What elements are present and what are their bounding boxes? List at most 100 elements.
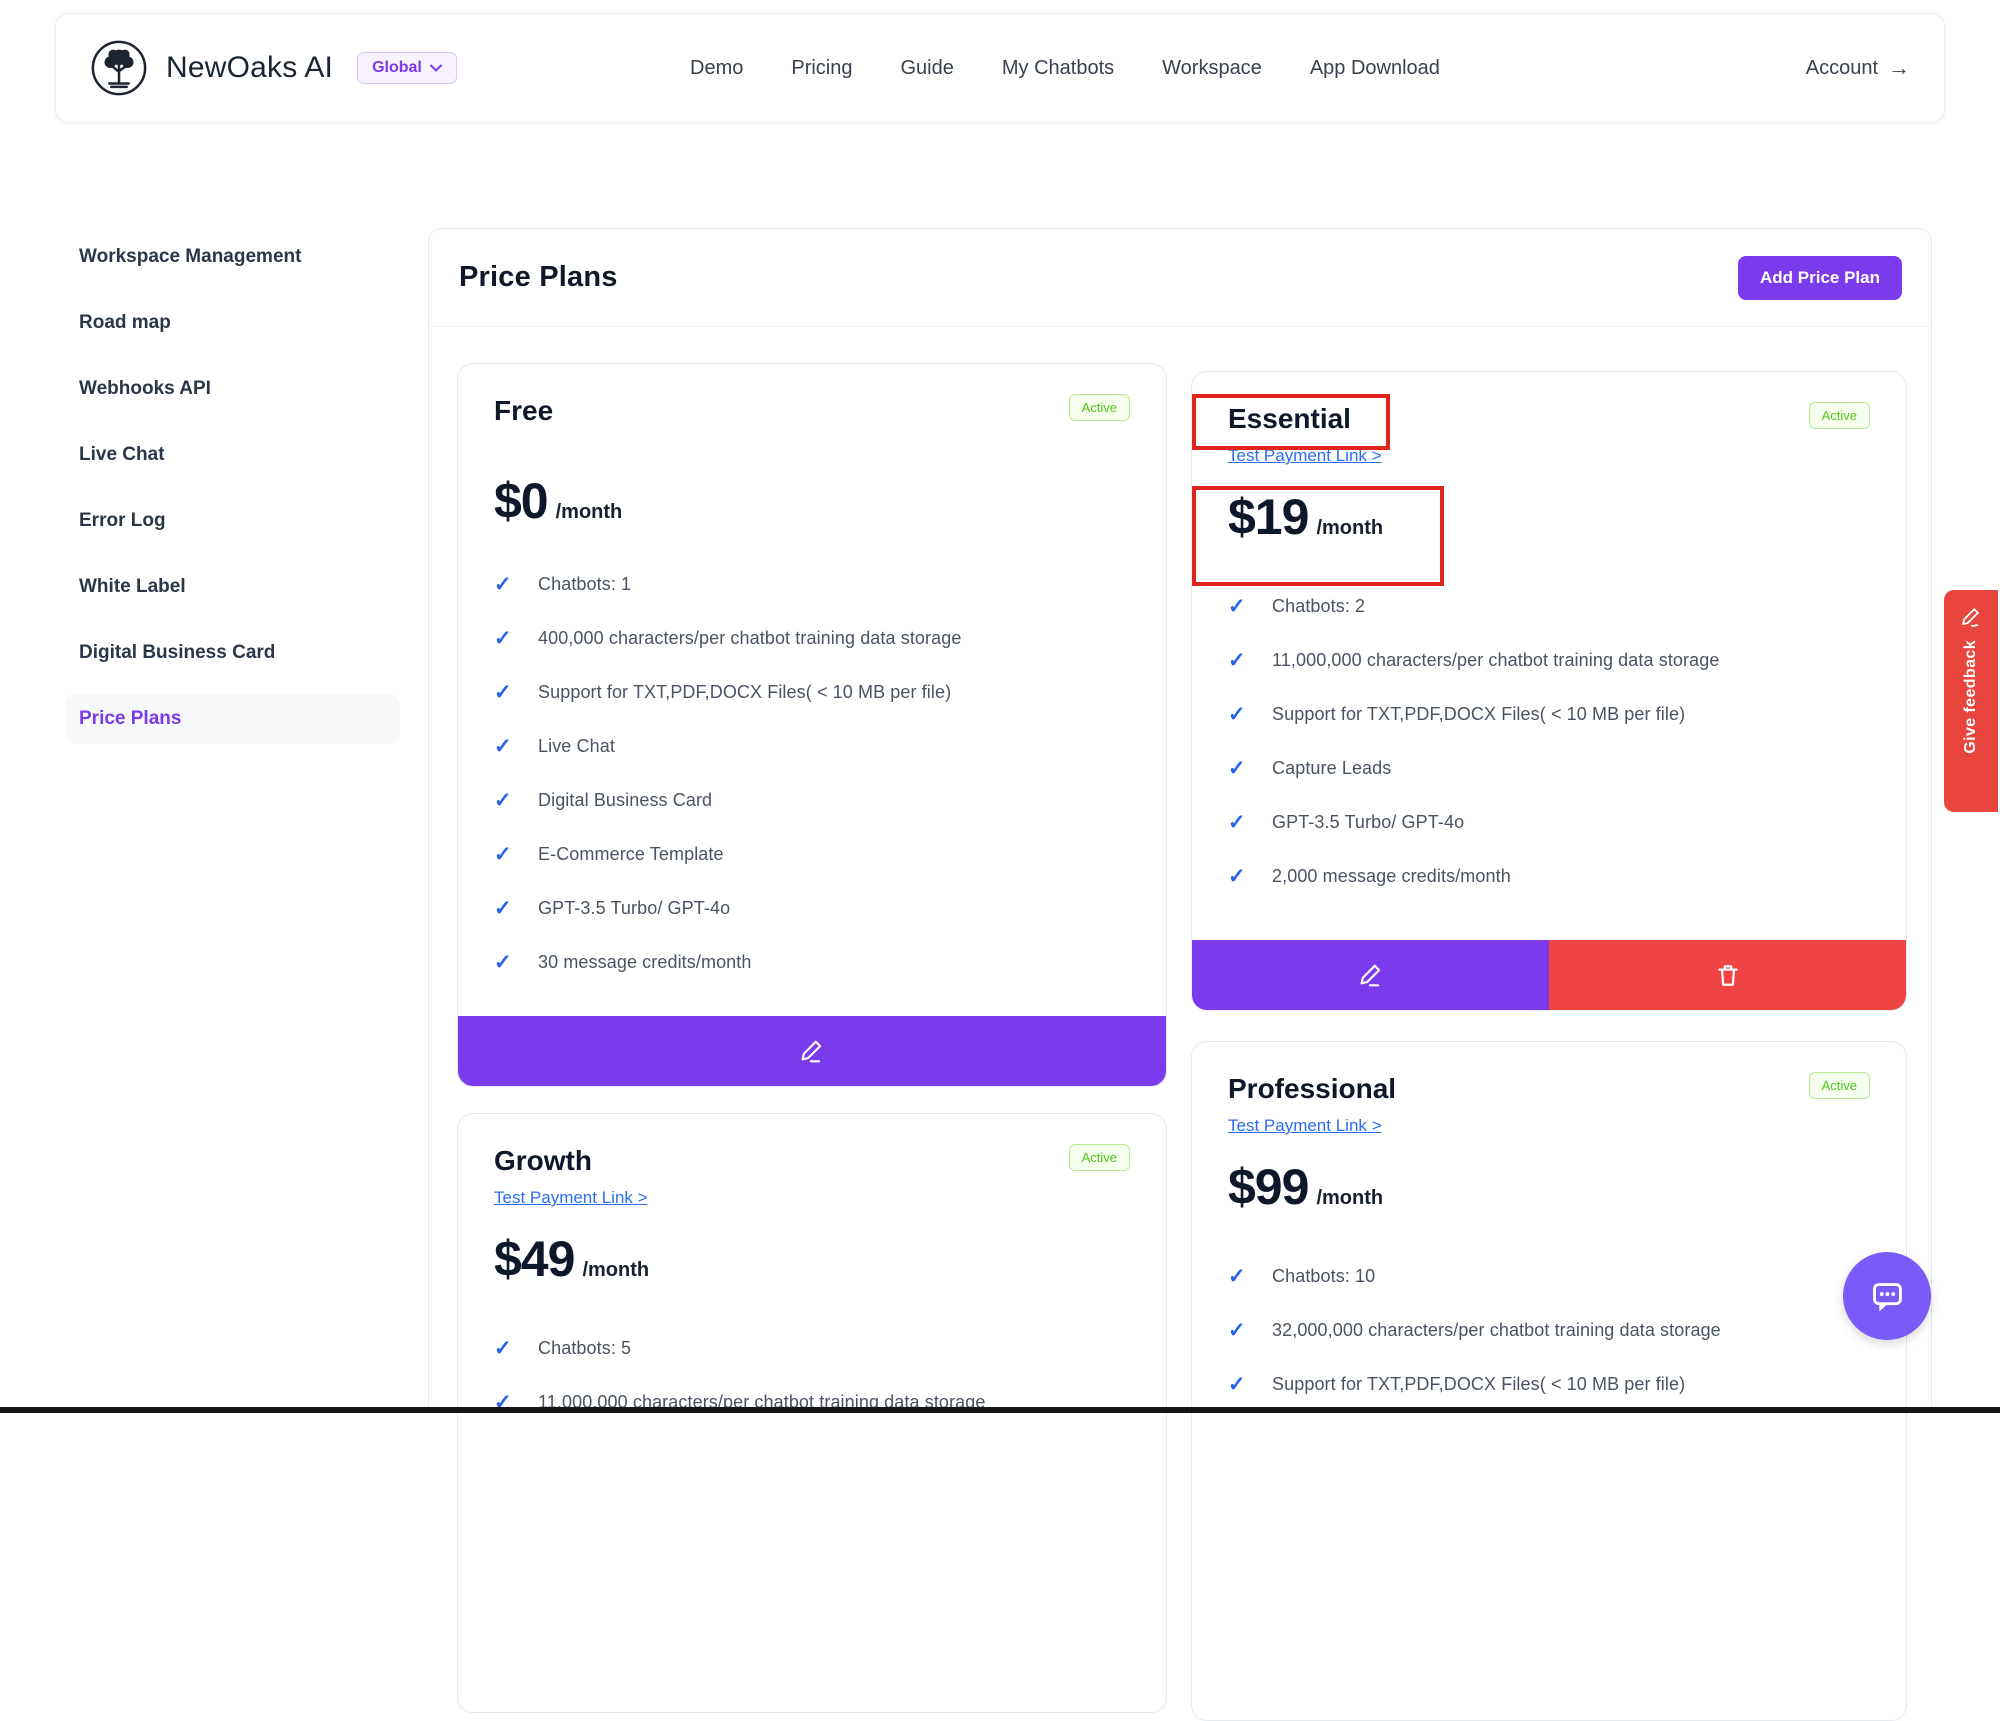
feature-item: ✓Support for TXT,PDF,DOCX Files( < 10 MB…	[1228, 1372, 1870, 1397]
check-icon: ✓	[494, 788, 520, 813]
feature-item: ✓11,000,000 characters/per chatbot train…	[1228, 648, 1870, 673]
check-icon: ✓	[494, 680, 520, 705]
check-icon: ✓	[494, 1336, 520, 1361]
plan-price: $0	[494, 472, 548, 530]
plan-name: Growth	[494, 1144, 592, 1178]
check-icon: ✓	[1228, 594, 1254, 619]
plan-card-essential: Essential Active Test Payment Link > $19…	[1191, 371, 1907, 1011]
sidebar-item[interactable]: White Label	[65, 562, 400, 612]
status-badge: Active	[1069, 1144, 1130, 1171]
add-price-plan-button[interactable]: Add Price Plan	[1738, 256, 1902, 300]
plan-period: /month	[1316, 1187, 1383, 1210]
chevron-down-icon	[430, 64, 442, 72]
feature-item: ✓Chatbots: 5	[494, 1336, 1130, 1361]
nav-item[interactable]: Demo	[690, 57, 743, 80]
plan-price: $99	[1228, 1158, 1308, 1216]
main-nav: Demo Pricing Guide My Chatbots Workspace App …	[690, 57, 1440, 80]
check-icon: ✓	[1228, 1264, 1254, 1289]
feature-item: ✓Digital Business Card	[494, 788, 1130, 813]
nav-item[interactable]: Guide	[901, 57, 954, 80]
check-icon: ✓	[494, 896, 520, 921]
feature-item: ✓Live Chat	[494, 734, 1130, 759]
feature-item: ✓30 message credits/month	[494, 950, 1130, 975]
feature-item: ✓Capture Leads	[1228, 756, 1870, 781]
feature-item: ✓GPT-3.5 Turbo/ GPT-4o	[1228, 810, 1870, 835]
delete-plan-button[interactable]	[1549, 940, 1906, 1010]
sidebar-item[interactable]: Workspace Management	[65, 232, 400, 282]
check-icon: ✓	[494, 572, 520, 597]
plan-card-growth: Growth Active Test Payment Link > $49 /m…	[457, 1113, 1167, 1713]
region-label: Global	[372, 59, 422, 77]
check-icon: ✓	[1228, 864, 1254, 889]
nav-item[interactable]: Pricing	[791, 57, 852, 80]
chat-bubble-icon	[1864, 1273, 1910, 1319]
check-icon: ✓	[1228, 648, 1254, 673]
feature-item: ✓E-Commerce Template	[494, 842, 1130, 867]
price-plans-panel: Price Plans Add Price Plan Free Active $…	[428, 228, 1932, 1413]
feature-item: ✓GPT-3.5 Turbo/ GPT-4o	[494, 896, 1130, 921]
edit-plan-button[interactable]	[1192, 940, 1549, 1010]
edit-plan-button[interactable]	[458, 1016, 1166, 1086]
nav-item[interactable]: My Chatbots	[1002, 57, 1114, 80]
plan-card-free: Free Active $0 /month ✓Chatbots: 1✓400,0…	[457, 363, 1167, 1087]
page-title: Price Plans	[459, 261, 618, 294]
account-label: Account	[1806, 57, 1878, 80]
plan-name: Essential	[1228, 402, 1351, 436]
test-payment-link[interactable]: Test Payment Link >	[1228, 1114, 1382, 1138]
feature-list: ✓Chatbots: 5✓11,000,000 characters/per c…	[494, 1336, 1130, 1415]
check-icon: ✓	[1228, 756, 1254, 781]
check-icon: ✓	[1228, 1372, 1254, 1397]
feature-item: ✓Support for TXT,PDF,DOCX Files( < 10 MB…	[494, 680, 1130, 705]
account-link[interactable]: Account →	[1806, 57, 1910, 80]
feature-item: ✓Chatbots: 1	[494, 572, 1130, 597]
pencil-icon	[1960, 606, 1982, 628]
feature-item: ✓Support for TXT,PDF,DOCX Files( < 10 MB…	[1228, 702, 1870, 727]
sidebar-item[interactable]: Digital Business Card	[65, 628, 400, 678]
test-payment-link[interactable]: Test Payment Link >	[494, 1186, 648, 1210]
check-icon: ✓	[1228, 810, 1254, 835]
plan-card-professional: Professional Active Test Payment Link > …	[1191, 1041, 1907, 1721]
sidebar-item[interactable]: Error Log	[65, 496, 400, 546]
check-icon: ✓	[494, 842, 520, 867]
sidebar-item[interactable]: Live Chat	[65, 430, 400, 480]
feature-list: ✓Chatbots: 1 ✓400,000 characters/per chat…	[494, 572, 1130, 975]
check-icon: ✓	[1228, 702, 1254, 727]
trash-icon	[1715, 962, 1741, 988]
nav-item[interactable]: Workspace	[1162, 57, 1262, 80]
plan-name: Professional	[1228, 1072, 1396, 1106]
feature-item: ✓Chatbots: 2	[1228, 594, 1870, 619]
region-selector[interactable]: Global	[357, 52, 457, 84]
give-feedback-tab[interactable]: Give feedback	[1944, 590, 1998, 812]
nav-item[interactable]: App Download	[1310, 57, 1440, 80]
plan-period: /month	[582, 1259, 649, 1282]
newoaks-logo-icon	[90, 39, 148, 97]
sidebar: Workspace Management Road map Webhooks API…	[65, 232, 400, 760]
feature-item: ✓32,000,000 characters/per chatbot train…	[1228, 1318, 1870, 1343]
status-badge: Active	[1809, 1072, 1870, 1099]
pencil-icon	[1358, 962, 1384, 988]
sidebar-item[interactable]: Webhooks API	[65, 364, 400, 414]
sidebar-item[interactable]: Price Plans	[65, 694, 400, 744]
feature-item: ✓2,000 message credits/month	[1228, 864, 1870, 889]
plan-period: /month	[1316, 517, 1383, 540]
check-icon: ✓	[1228, 1318, 1254, 1343]
feature-item: ✓Chatbots: 10	[1228, 1264, 1870, 1289]
status-badge: Active	[1069, 394, 1130, 421]
feedback-label: Give feedback	[1962, 640, 1980, 754]
status-badge: Active	[1809, 402, 1870, 429]
check-icon: ✓	[494, 734, 520, 759]
brand-name: NewOaks AI	[166, 51, 333, 85]
panel-header: Price Plans Add Price Plan	[429, 229, 1931, 327]
check-icon: ✓	[494, 950, 520, 975]
plan-name: Free	[494, 394, 553, 428]
feature-list: ✓Chatbots: 2 ✓11,000,000 characters/per c…	[1228, 594, 1870, 889]
feature-item: ✓400,000 characters/per chatbot training…	[494, 626, 1130, 651]
arrow-right-icon: →	[1888, 57, 1910, 79]
feature-list: ✓Chatbots: 10 ✓32,000,000 characters/per …	[1228, 1264, 1870, 1397]
test-payment-link[interactable]: Test Payment Link >	[1228, 444, 1382, 468]
plan-price: $19	[1228, 488, 1308, 546]
bottom-edge-bar	[0, 1407, 2000, 1413]
chat-widget-button[interactable]	[1843, 1252, 1931, 1340]
plan-price: $49	[494, 1230, 574, 1288]
sidebar-item[interactable]: Road map	[65, 298, 400, 348]
